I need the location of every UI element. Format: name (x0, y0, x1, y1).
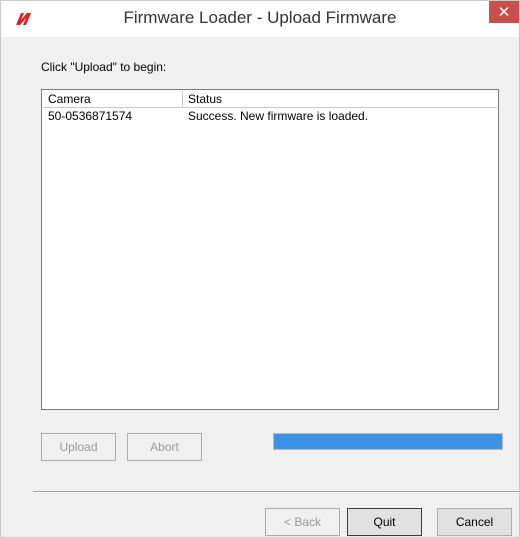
upload-status: Success. New firmware is loaded. (188, 109, 369, 123)
quit-button[interactable]: Quit (347, 508, 422, 536)
column-header-camera[interactable]: Camera (43, 91, 183, 107)
column-header-status[interactable]: Status (183, 91, 497, 107)
instruction-text: Click "Upload" to begin: (41, 60, 167, 74)
abort-button[interactable]: Abort (127, 433, 202, 461)
upload-button[interactable]: Upload (41, 433, 116, 461)
dialog-body: Click "Upload" to begin: Camera Status 5… (1, 37, 519, 537)
progress-fill (274, 434, 502, 449)
title-bar: Firmware Loader - Upload Firmware ✕ (1, 1, 519, 37)
firmware-loader-window: Firmware Loader - Upload Firmware ✕ Clic… (0, 0, 520, 538)
progress-bar (273, 433, 503, 450)
close-icon: ✕ (497, 4, 511, 21)
list-header: Camera Status (43, 91, 497, 108)
window-title: Firmware Loader - Upload Firmware (123, 8, 397, 27)
back-button[interactable]: < Back (265, 508, 340, 536)
close-button[interactable]: ✕ (489, 1, 519, 23)
camera-serial: 50-0536871574 (48, 109, 133, 123)
table-row[interactable]: 50-0536871574 Success. New firmware is l… (43, 108, 497, 124)
footer-divider (33, 491, 519, 493)
cancel-button[interactable]: Cancel (437, 508, 512, 536)
camera-list[interactable]: Camera Status 50-0536871574 Success. New… (41, 89, 499, 410)
